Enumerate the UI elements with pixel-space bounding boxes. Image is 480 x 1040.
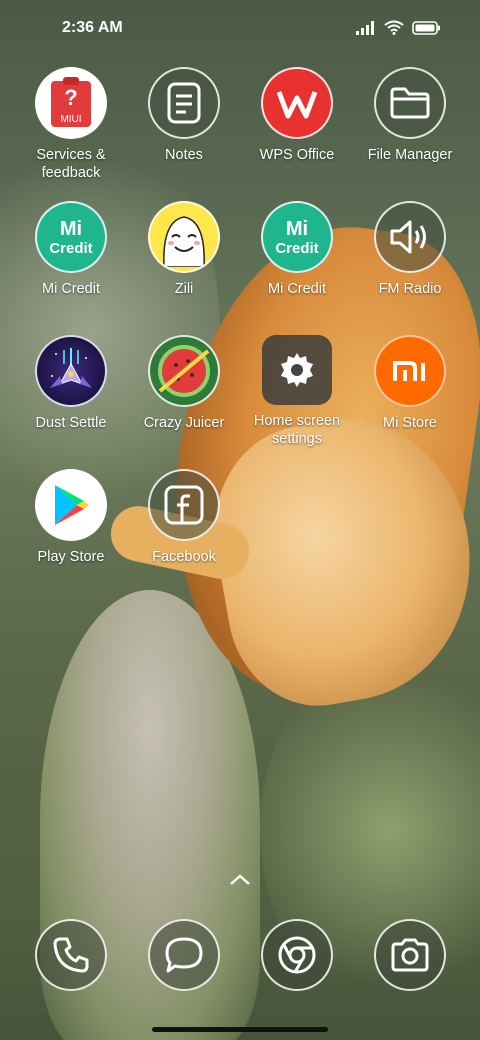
app-label: Crazy Juicer [143, 415, 225, 431]
app-label: Zili [174, 281, 194, 297]
notes-icon [148, 67, 220, 139]
app-fm-radio[interactable]: FM Radio [350, 201, 470, 298]
app-home-screen-settings[interactable]: Home screen settings [237, 335, 357, 448]
app-label: Services & feedback [36, 147, 106, 181]
speaker-icon [374, 201, 446, 273]
dock-messages[interactable] [124, 919, 244, 991]
app-mi-credit-1[interactable]: Mi Credit Mi Credit [11, 201, 131, 298]
app-label: Notes [165, 147, 203, 163]
app-dust-settle[interactable]: Dust Settle [11, 335, 131, 432]
spaceship-game-icon [35, 335, 107, 407]
mi-logo-icon [374, 335, 446, 407]
home-indicator-bar[interactable] [152, 1027, 328, 1032]
signal-icon [356, 20, 376, 40]
app-label: Mi Store [383, 415, 437, 431]
svg-text:Mi: Mi [286, 218, 308, 240]
app-label: Mi Credit [41, 281, 100, 297]
svg-text:?: ? [64, 85, 77, 110]
swipe-up-chevron-icon[interactable] [229, 870, 251, 891]
folder-icon [374, 67, 446, 139]
battery-icon [412, 20, 440, 40]
app-label: Facebook [152, 549, 216, 565]
app-label: Home screen settings [253, 413, 341, 447]
app-file-manager[interactable]: File Manager [350, 67, 470, 164]
miui-services-icon: ? MIUI [35, 67, 107, 139]
dock-camera[interactable] [350, 919, 470, 991]
chrome-icon [261, 919, 333, 991]
dock-phone[interactable] [11, 919, 131, 991]
app-label: WPS Office [259, 147, 335, 163]
app-mi-credit-2[interactable]: Mi Credit Mi Credit [237, 201, 357, 298]
app-label: Mi Credit [267, 281, 326, 297]
app-play-store[interactable]: Play Store [11, 469, 131, 566]
status-time: 2:36 AM [62, 19, 123, 36]
status-bar: 2:36 AM [0, 0, 480, 56]
phone-icon [35, 919, 107, 991]
app-facebook[interactable]: Facebook [124, 469, 244, 566]
message-bubble-icon [148, 919, 220, 991]
gear-icon [262, 335, 332, 405]
wps-icon [261, 67, 333, 139]
svg-text:Credit: Credit [49, 240, 92, 257]
camera-icon [374, 919, 446, 991]
app-notes[interactable]: Notes [124, 67, 244, 164]
play-store-icon [35, 469, 107, 541]
svg-text:Mi: Mi [60, 218, 82, 240]
mi-credit-icon: Mi Credit [35, 201, 107, 273]
app-mi-store[interactable]: Mi Store [350, 335, 470, 432]
app-label: FM Radio [378, 281, 442, 297]
app-label: Play Store [37, 549, 105, 565]
app-services-feedback[interactable]: ? MIUI Services & feedback [11, 67, 131, 182]
app-crazy-juicer[interactable]: Crazy Juicer [124, 335, 244, 432]
svg-text:Credit: Credit [275, 240, 318, 257]
zili-face-icon [148, 201, 220, 273]
mi-credit-icon: Mi Credit [261, 201, 333, 273]
svg-text:MIUI: MIUI [60, 114, 81, 125]
facebook-icon [148, 469, 220, 541]
app-zili[interactable]: Zili [124, 201, 244, 298]
app-label: File Manager [367, 147, 453, 163]
wifi-icon [384, 20, 404, 40]
app-label: Dust Settle [35, 415, 107, 431]
dock-browser[interactable] [237, 919, 357, 991]
watermelon-icon [148, 335, 220, 407]
app-wps-office[interactable]: WPS Office [237, 67, 357, 164]
